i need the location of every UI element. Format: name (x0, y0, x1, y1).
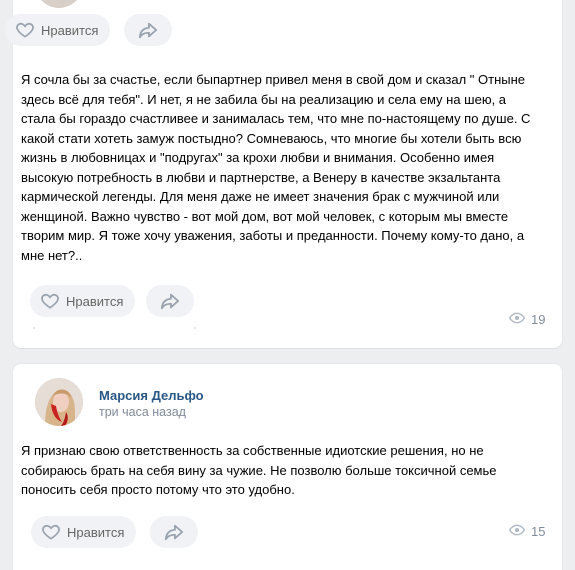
like-label: Нравится (67, 524, 125, 540)
post-text: Я признаю свою ответственность за собств… (21, 443, 497, 497)
share-arrow-icon (159, 291, 181, 311)
like-button[interactable]: Нравится (5, 14, 111, 46)
share-button[interactable] (150, 516, 198, 548)
views-count: 19 (531, 312, 546, 327)
views-counter: 19 (508, 312, 546, 327)
divider-dot (33, 327, 35, 329)
author-avatar[interactable] (35, 378, 83, 426)
author-name-link[interactable]: Марсия Дельфо (99, 388, 204, 403)
heart-icon (15, 20, 35, 40)
author-avatar[interactable] (35, 0, 83, 8)
post-text: Я сочла бы за счастье, если бы​партнер п… (21, 72, 531, 263)
like-label: Нравится (41, 22, 99, 38)
share-button[interactable] (146, 285, 194, 317)
heart-icon (40, 291, 60, 311)
share-arrow-icon (137, 20, 159, 40)
eye-icon (508, 312, 531, 327)
post-timestamp[interactable]: три часа назад (99, 405, 186, 419)
share-arrow-icon (163, 522, 185, 542)
divider-dot (194, 327, 196, 329)
heart-icon (41, 522, 61, 542)
views-count: 15 (531, 524, 546, 539)
views-counter: 15 (508, 524, 546, 539)
like-button[interactable]: Нравится (30, 285, 136, 317)
like-label: Нравится (66, 293, 124, 309)
share-button[interactable] (124, 14, 172, 46)
like-button[interactable]: Нравится (31, 516, 137, 548)
eye-icon (508, 524, 531, 539)
